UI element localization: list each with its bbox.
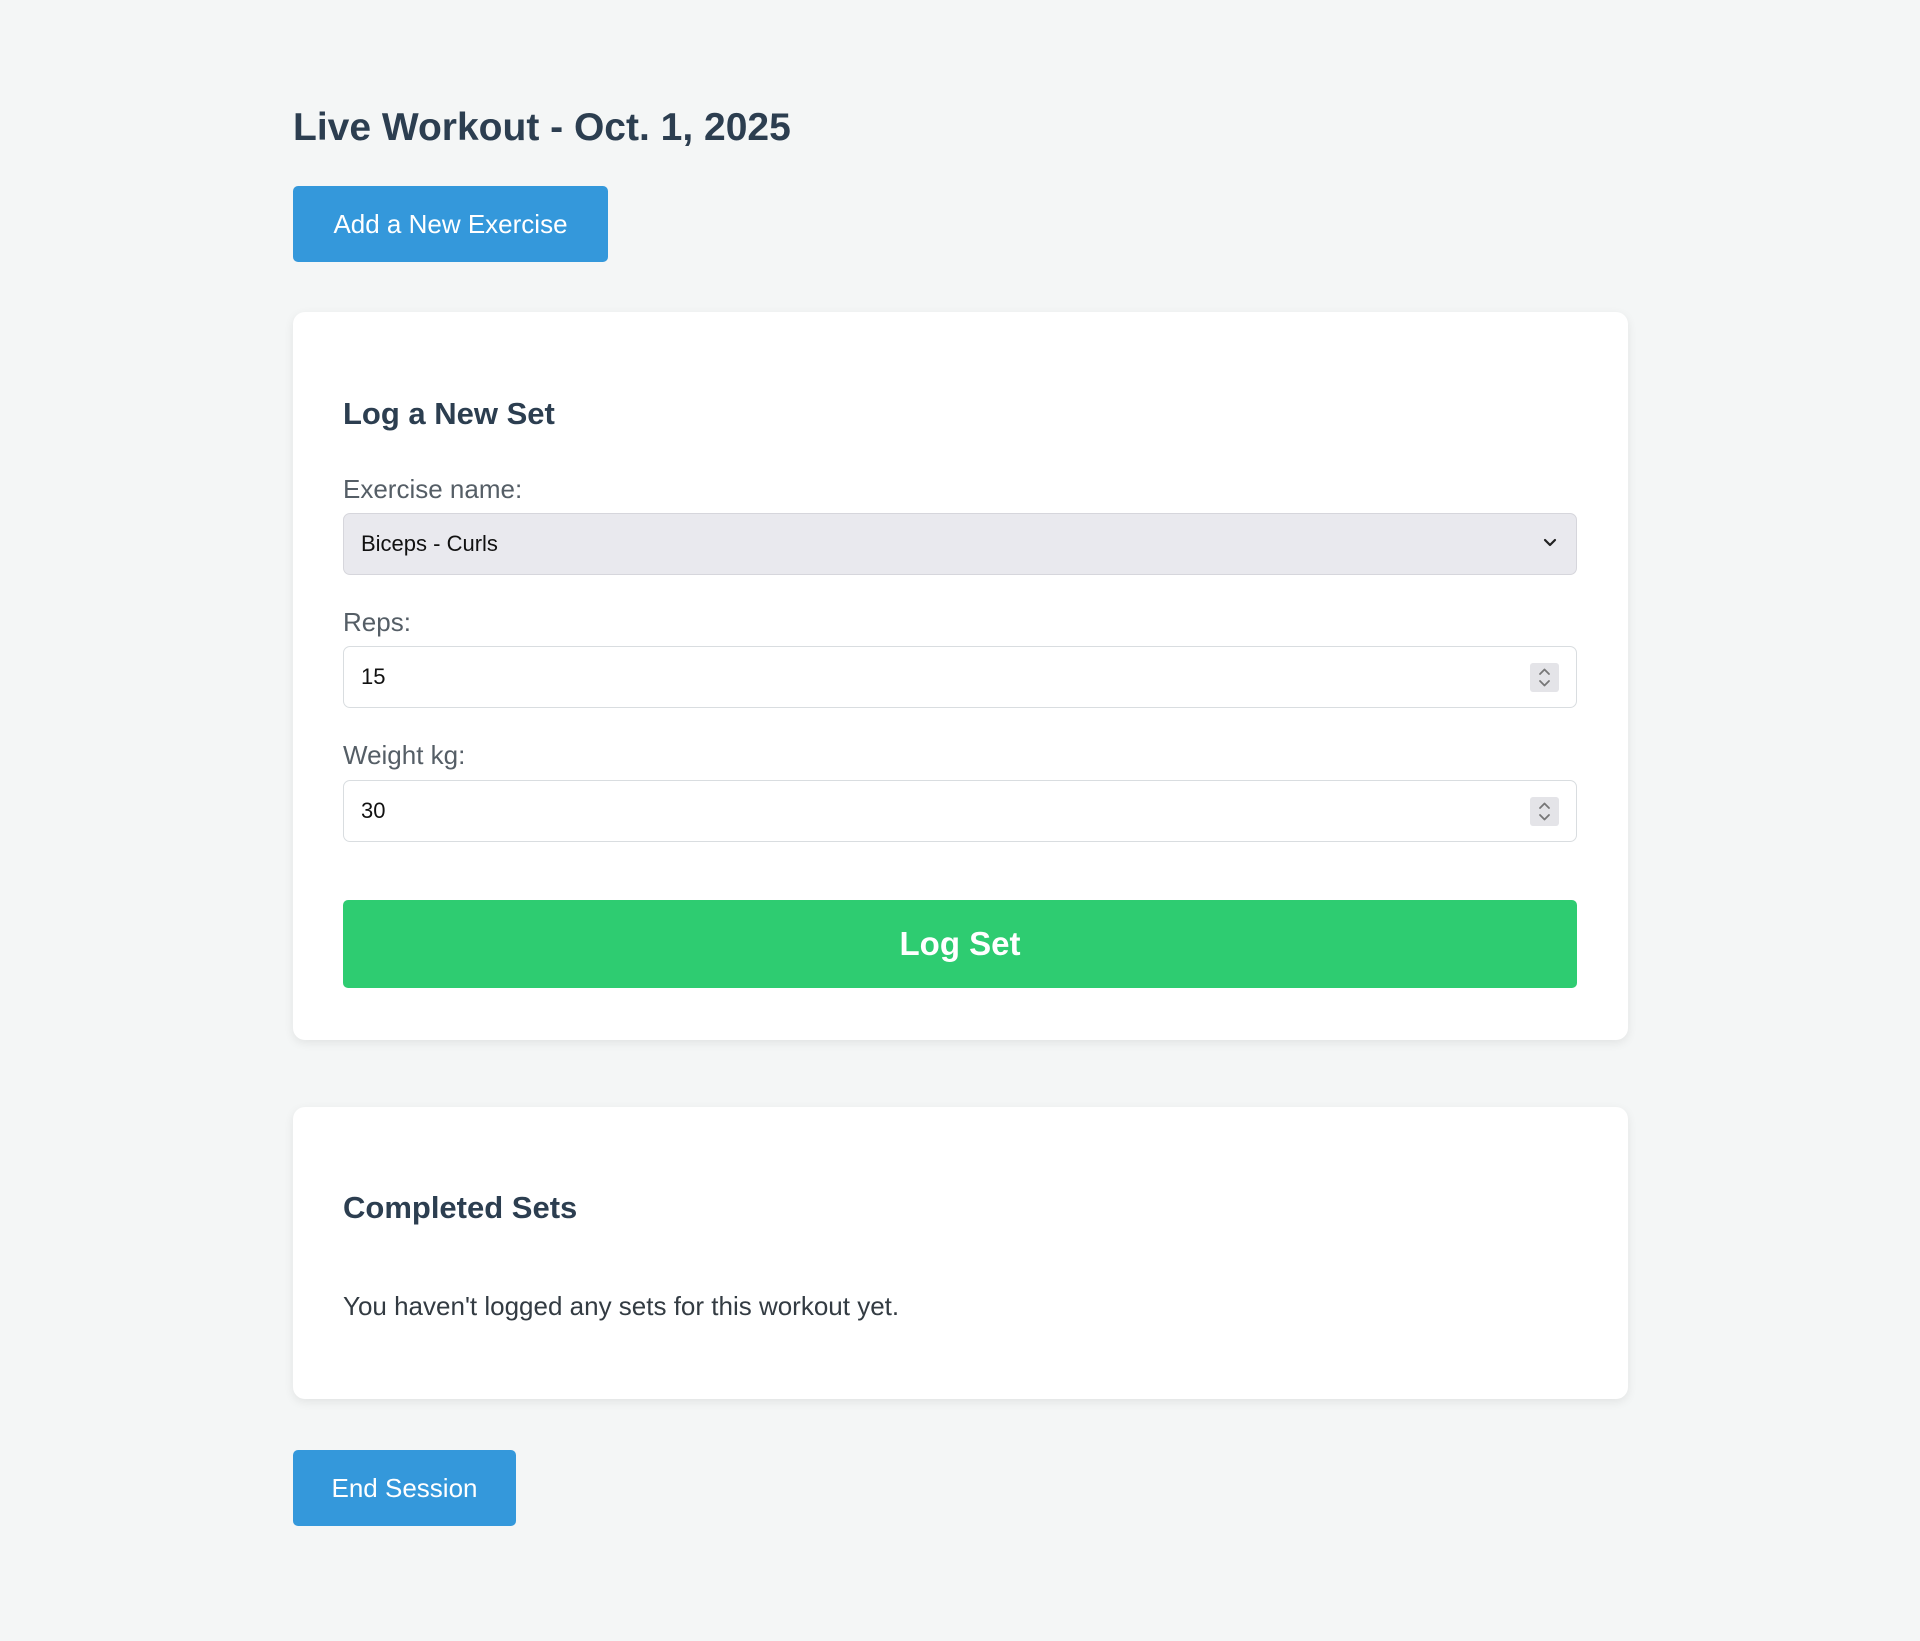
exercise-select-value: Biceps - Curls [361,531,498,556]
end-session-button[interactable]: End Session [293,1450,516,1526]
exercise-name-label: Exercise name: [343,474,523,504]
log-set-title: Log a New Set [343,396,555,431]
log-set-card: Log a New Set Exercise name: Biceps - Cu… [293,312,1628,1040]
reps-value: 15 [361,664,386,689]
completed-sets-title: Completed Sets [343,1190,578,1225]
reps-label: Reps: [343,607,411,637]
page-title: Live Workout - Oct. 1, 2025 [293,106,791,149]
chevron-down-icon [1543,538,1557,547]
spinner-icon[interactable] [1530,663,1559,692]
weight-label: Weight kg: [343,740,466,770]
weight-input[interactable]: 30 [343,780,1577,842]
add-exercise-button[interactable]: Add a New Exercise [293,186,608,262]
reps-input[interactable]: 15 [343,646,1577,708]
spinner-icon[interactable] [1530,797,1559,826]
weight-value: 30 [361,798,386,823]
empty-state-message: You haven't logged any sets for this wor… [343,1291,900,1321]
exercise-select[interactable]: Biceps - Curls [343,513,1577,575]
log-set-button[interactable]: Log Set [343,900,1577,988]
completed-sets-card: Completed Sets You haven't logged any se… [293,1107,1628,1399]
